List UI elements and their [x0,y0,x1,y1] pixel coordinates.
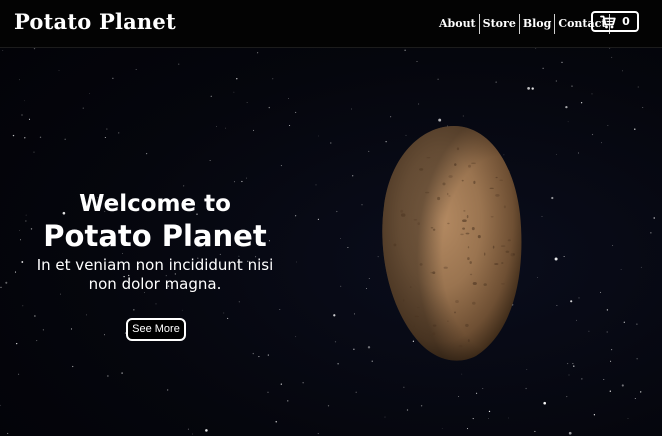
hero-welcome: Welcome to [79,191,231,217]
potato-planet-image [382,126,522,361]
hero-text: Welcome to Potato Planet In et veniam no… [30,190,280,294]
nav-link-about[interactable]: About [436,14,480,34]
page: Potato Planet About Store Blog Contact 0… [0,0,662,436]
site-logo[interactable]: Potato Planet [14,9,176,35]
site-header: Potato Planet About Store Blog Contact 0 [0,0,662,48]
hero-title: Potato Planet [43,219,267,253]
cart-count: 0 [622,14,630,28]
hero-description: In et veniam non incididunt nisi non dol… [36,256,274,293]
main-nav: About Store Blog Contact [436,13,611,35]
nav-link-blog[interactable]: Blog [520,14,556,34]
cart-button[interactable]: 0 [591,11,639,32]
nav-link-store[interactable]: Store [480,14,520,34]
cart-icon [600,15,616,29]
see-more-button[interactable]: See More [126,318,186,341]
